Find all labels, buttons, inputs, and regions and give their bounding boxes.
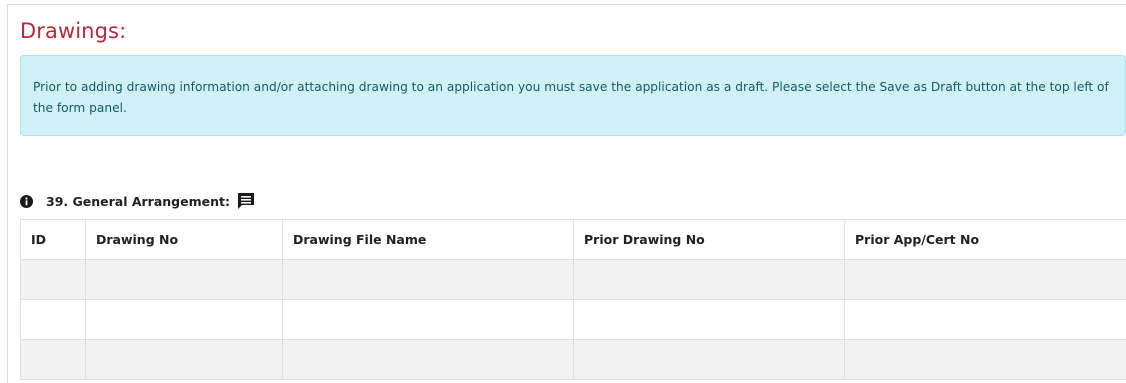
column-header-drawing-file-name[interactable]: Drawing File Name bbox=[282, 219, 574, 260]
table-cell[interactable] bbox=[282, 259, 574, 300]
table-cell[interactable] bbox=[20, 259, 86, 300]
column-header-drawing-no[interactable]: Drawing No bbox=[85, 219, 283, 260]
table-cell[interactable] bbox=[573, 259, 845, 300]
table-cell[interactable] bbox=[85, 339, 283, 380]
table-cell[interactable] bbox=[844, 339, 1126, 380]
drawings-table: ID Drawing No Drawing File Name Prior Dr… bbox=[20, 219, 1126, 380]
table-cell[interactable] bbox=[573, 339, 845, 380]
table-cell[interactable] bbox=[844, 299, 1126, 340]
comment-icon[interactable] bbox=[236, 191, 256, 211]
table-row[interactable] bbox=[20, 339, 1126, 380]
table-cell[interactable] bbox=[844, 259, 1126, 300]
table-cell[interactable] bbox=[282, 339, 574, 380]
draft-alert: Prior to adding drawing information and/… bbox=[20, 55, 1126, 136]
table-cell[interactable] bbox=[20, 299, 86, 340]
table-header-row: ID Drawing No Drawing File Name Prior Dr… bbox=[20, 219, 1126, 260]
table-row[interactable] bbox=[20, 259, 1126, 300]
column-header-prior-app-cert-no[interactable]: Prior App/Cert No bbox=[844, 219, 1126, 260]
table-cell[interactable] bbox=[573, 299, 845, 340]
arrangement-label-text: 39. General Arrangement: bbox=[46, 193, 230, 209]
drawings-panel: Drawings: Prior to adding drawing inform… bbox=[7, 4, 1126, 383]
general-arrangement-label: 39. General Arrangement: bbox=[20, 191, 256, 211]
table-cell[interactable] bbox=[85, 299, 283, 340]
table-cell[interactable] bbox=[282, 299, 574, 340]
info-circle-icon[interactable] bbox=[20, 194, 33, 208]
table-cell[interactable] bbox=[20, 339, 86, 380]
column-header-prior-drawing-no[interactable]: Prior Drawing No bbox=[573, 219, 845, 260]
section-title: Drawings: bbox=[20, 19, 127, 43]
table-cell[interactable] bbox=[85, 259, 283, 300]
alert-text: Prior to adding drawing information and/… bbox=[33, 80, 1109, 115]
column-header-id[interactable]: ID bbox=[20, 219, 86, 260]
table-row[interactable] bbox=[20, 299, 1126, 340]
